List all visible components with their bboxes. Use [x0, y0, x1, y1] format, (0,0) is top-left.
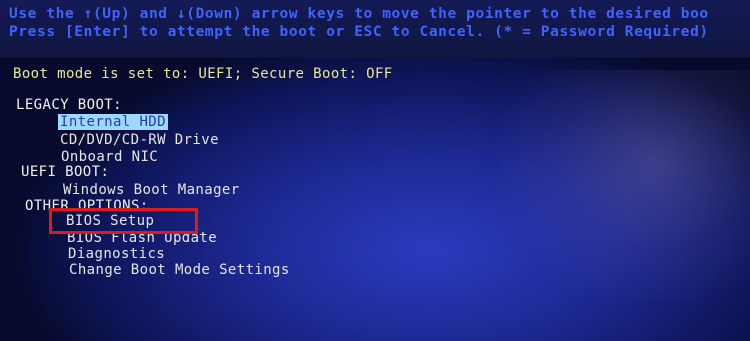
uefi-boot-header: UEFI BOOT: [21, 164, 110, 180]
option-diagnostics[interactable]: Diagnostics [68, 246, 165, 262]
boot-option-cd-dvd-drive[interactable]: CD/DVD/CD-RW Drive [60, 132, 219, 148]
bios-setup-highlight-box [49, 208, 198, 234]
boot-menu-screen: Use the ↑(Up) and ↓(Down) arrow keys to … [0, 0, 750, 341]
instruction-line-2: Press [Enter] to attempt the boot or ESC… [9, 24, 709, 40]
instruction-line-1: Use the ↑(Up) and ↓(Down) arrow keys to … [9, 6, 709, 22]
boot-option-onboard-nic[interactable]: Onboard NIC [61, 149, 158, 165]
boot-option-internal-hdd[interactable]: Internal HDD [58, 114, 168, 130]
boot-mode-status: Boot mode is set to: UEFI; Secure Boot: … [13, 66, 393, 82]
option-change-boot-mode-settings[interactable]: Change Boot Mode Settings [69, 262, 290, 278]
boot-option-windows-boot-manager[interactable]: Windows Boot Manager [63, 182, 240, 198]
screen-glare [500, 70, 750, 300]
legacy-boot-header: LEGACY BOOT: [16, 97, 122, 113]
